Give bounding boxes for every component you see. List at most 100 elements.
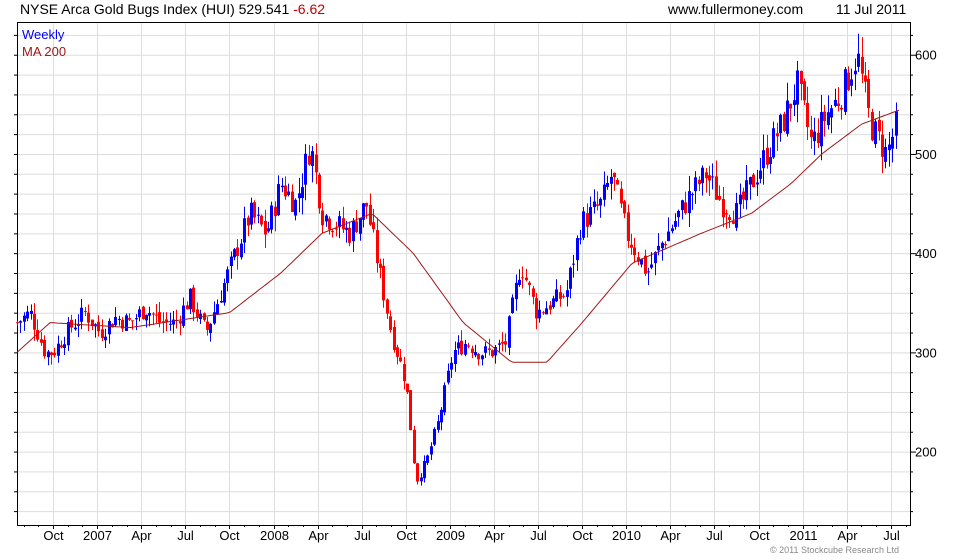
- candle-body: [284, 186, 287, 197]
- candle-body: [189, 289, 192, 309]
- candle-body: [535, 298, 538, 318]
- candle-body: [861, 57, 864, 74]
- candle-body: [888, 145, 891, 151]
- x-tick-label: Oct: [43, 528, 64, 543]
- candle-body: [192, 288, 195, 313]
- candle-body: [803, 81, 806, 100]
- candle-body: [644, 256, 647, 274]
- candle-body: [26, 312, 29, 319]
- candle-body: [542, 312, 545, 313]
- candle-body: [308, 156, 311, 165]
- candle-body: [53, 353, 56, 355]
- candle-body: [186, 305, 189, 309]
- candle-body: [817, 133, 820, 143]
- candle-body: [769, 157, 772, 164]
- candle-body: [213, 312, 216, 323]
- x-tick-label: Apr: [660, 528, 681, 543]
- candle-body: [501, 342, 504, 344]
- candle-body: [847, 73, 850, 90]
- candle-body: [474, 352, 477, 355]
- candle-body: [433, 429, 436, 445]
- candle-body: [854, 71, 857, 75]
- candle-body: [406, 384, 409, 393]
- candle-body: [298, 193, 301, 198]
- candle-body: [579, 238, 582, 239]
- candle-body: [145, 315, 148, 320]
- candle-body: [43, 340, 46, 356]
- candle-body: [647, 271, 650, 272]
- candle-body: [315, 155, 318, 173]
- candle-body: [779, 115, 782, 133]
- candle-body: [582, 211, 585, 237]
- candle-body: [84, 311, 87, 312]
- candle-body: [586, 213, 589, 227]
- candle-body: [365, 203, 368, 207]
- candle-body: [728, 217, 731, 220]
- candle-body: [457, 342, 460, 348]
- candle-body: [172, 320, 175, 325]
- candle-body: [613, 173, 616, 177]
- candle-body: [372, 222, 375, 229]
- y-tick-label: 200: [915, 445, 937, 460]
- candle-body: [345, 228, 348, 230]
- candle-body: [650, 264, 653, 267]
- candle-body: [620, 189, 623, 204]
- x-tick-label: Jul: [354, 528, 371, 543]
- candle-body: [789, 104, 792, 109]
- candle-body: [745, 180, 748, 200]
- candle-body: [101, 329, 104, 338]
- candle-body: [287, 191, 290, 194]
- candle-body: [681, 200, 684, 210]
- candle-body: [711, 176, 714, 177]
- y-tick-label: 600: [915, 48, 937, 63]
- candle-body: [850, 79, 853, 85]
- candle-body: [667, 232, 670, 242]
- candle-body: [233, 249, 236, 257]
- candle-body: [878, 120, 881, 132]
- candle-body: [260, 216, 263, 225]
- candle-body: [525, 278, 528, 281]
- candle-body: [572, 264, 575, 265]
- candle-body: [688, 191, 691, 213]
- candle-body: [834, 100, 837, 106]
- candle-body: [125, 315, 128, 331]
- candle-body: [426, 456, 429, 463]
- x-tick-label: Jul: [883, 528, 900, 543]
- candle-body: [386, 299, 389, 313]
- candle-body: [196, 309, 199, 316]
- candle-body: [250, 203, 253, 225]
- candle-body: [786, 101, 789, 134]
- candle-body: [488, 348, 491, 350]
- candle-body: [443, 385, 446, 412]
- x-tick-label: Oct: [572, 528, 593, 543]
- candle-body: [226, 269, 229, 283]
- candle-body: [467, 346, 470, 347]
- candle-body: [19, 321, 22, 323]
- candle-body: [827, 112, 830, 125]
- candle-body: [454, 350, 457, 364]
- candle-body: [576, 238, 579, 260]
- candle-body: [661, 243, 664, 248]
- x-tick-label: Jul: [706, 528, 723, 543]
- candle-body: [97, 322, 100, 331]
- candle-body: [67, 322, 70, 345]
- candle-body: [772, 128, 775, 157]
- candle-body: [396, 347, 399, 357]
- candle-body: [423, 461, 426, 478]
- candle-body: [810, 130, 813, 137]
- candle-body: [148, 313, 151, 316]
- candle-body: [518, 280, 521, 285]
- candle-body: [57, 344, 60, 356]
- candle-body: [355, 221, 358, 232]
- candle-body: [528, 283, 531, 285]
- x-tick-label: 2008: [260, 528, 289, 543]
- candle-body: [131, 320, 134, 321]
- candle-body: [776, 133, 779, 136]
- candle-body: [409, 390, 412, 430]
- candle-body: [50, 352, 53, 355]
- candle-body: [325, 216, 328, 222]
- candle-body: [206, 322, 209, 330]
- candle-body: [766, 148, 769, 165]
- candle-body: [291, 192, 294, 212]
- candle-body: [725, 213, 728, 214]
